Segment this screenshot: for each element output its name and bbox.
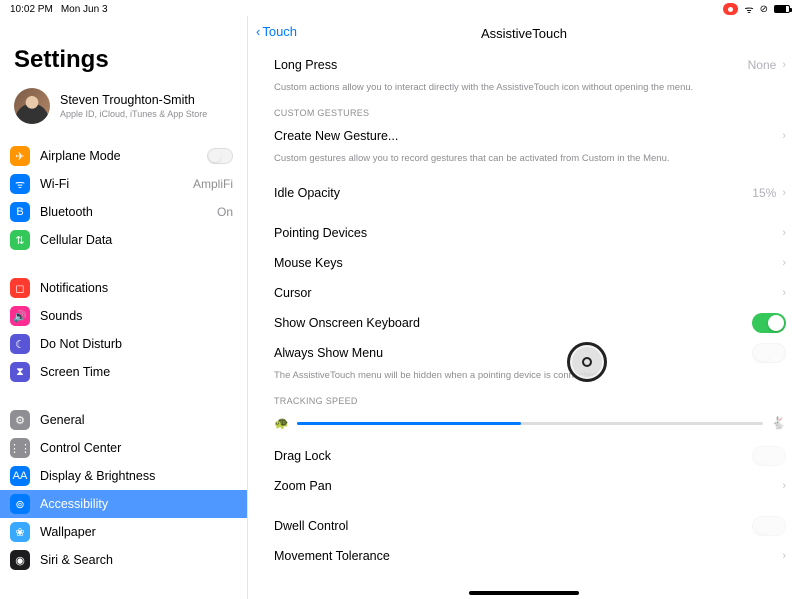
- sidebar-item-accessibility[interactable]: ⊚ Accessibility: [0, 490, 247, 518]
- sidebar-item-label: Do Not Disturb: [40, 337, 233, 351]
- accessibility-icon: ⊚: [10, 494, 30, 514]
- sidebar-item-airplane-mode[interactable]: ✈ Airplane Mode: [0, 142, 247, 170]
- tracking-speed-header: TRACKING SPEED: [274, 390, 786, 409]
- sidebar-item-label: Wi-Fi: [40, 177, 183, 191]
- sidebar-item-cellular-data[interactable]: ⇅ Cellular Data: [0, 226, 247, 254]
- orientation-lock-icon: ⊘: [760, 4, 768, 15]
- cursor-row[interactable]: Cursor ›: [274, 278, 786, 308]
- wifi-icon: ᯤ: [10, 174, 30, 194]
- sidebar-item-notifications[interactable]: ◻ Notifications: [0, 274, 247, 302]
- status-bar: 10:02 PM Mon Jun 3 ᯤ ⊘: [0, 0, 800, 16]
- sidebar-item-label: Notifications: [40, 281, 233, 295]
- back-button[interactable]: ‹ Touch: [256, 24, 297, 39]
- profile-sub: Apple ID, iCloud, iTunes & App Store: [60, 107, 207, 119]
- gear-icon: ⚙: [10, 410, 30, 430]
- sidebar-item-label: Bluetooth: [40, 205, 207, 219]
- sidebar-item-siri-search[interactable]: ◉ Siri & Search: [0, 546, 247, 574]
- tracking-speed-slider[interactable]: 🐢 🐇: [274, 409, 786, 437]
- sidebar-item-label: Airplane Mode: [40, 149, 197, 163]
- movement-tolerance-row[interactable]: Movement Tolerance ›: [274, 541, 786, 571]
- detail-pane: ‹ Touch AssistiveTouch Long Press None› …: [248, 16, 800, 599]
- airplane-icon: ✈: [10, 146, 30, 166]
- settings-title: Settings: [0, 16, 247, 84]
- sidebar-item-label: Display & Brightness: [40, 469, 233, 483]
- tortoise-icon: 🐢: [274, 416, 289, 430]
- chevron-right-icon: ›: [782, 130, 786, 142]
- show-keyboard-row[interactable]: Show Onscreen Keyboard: [274, 308, 786, 338]
- sidebar: Settings Steven Troughton-Smith Apple ID…: [0, 16, 248, 599]
- page-title: AssistiveTouch: [481, 26, 567, 41]
- speaker-icon: 🔊: [10, 306, 30, 326]
- chevron-right-icon: ›: [782, 550, 786, 562]
- always-show-menu-toggle[interactable]: [752, 343, 786, 363]
- create-gesture-row[interactable]: Create New Gesture... ›: [274, 121, 786, 151]
- back-label: Touch: [262, 24, 297, 39]
- screen-recording-indicator[interactable]: [723, 3, 738, 15]
- chevron-right-icon: ›: [782, 287, 786, 299]
- sidebar-item-label: Siri & Search: [40, 553, 233, 567]
- profile-name: Steven Troughton-Smith: [60, 93, 207, 107]
- sidebar-item-wi-fi[interactable]: ᯤWi-FiAmpliFi: [0, 170, 247, 198]
- always-show-menu-footer: The AssistiveTouch menu will be hidden w…: [274, 368, 786, 390]
- long-press-footer: Custom actions allow you to interact dir…: [274, 80, 786, 102]
- show-keyboard-toggle[interactable]: [752, 313, 786, 333]
- pointing-devices-row[interactable]: Pointing Devices ›: [274, 218, 786, 248]
- sidebar-item-display-brightness[interactable]: AA Display & Brightness: [0, 462, 247, 490]
- cellular-icon: ⇅: [10, 230, 30, 250]
- custom-gestures-footer: Custom gestures allow you to record gest…: [274, 151, 786, 173]
- sidebar-item-label: Screen Time: [40, 365, 233, 379]
- sidebar-item-label: Sounds: [40, 309, 233, 323]
- sidebar-item-label: Accessibility: [40, 497, 233, 511]
- sidebar-item-screen-time[interactable]: ⧗ Screen Time: [0, 358, 247, 386]
- sidebar-item-label: Wallpaper: [40, 525, 233, 539]
- long-press-row[interactable]: Long Press None›: [274, 50, 786, 80]
- chevron-left-icon: ‹: [256, 24, 260, 39]
- drag-lock-toggle[interactable]: [752, 446, 786, 466]
- brightness-icon: AA: [10, 466, 30, 486]
- drag-lock-row[interactable]: Drag Lock: [274, 441, 786, 471]
- control-center-icon: ⋮⋮: [10, 438, 30, 458]
- sidebar-item-do-not-disturb[interactable]: ☾ Do Not Disturb: [0, 330, 247, 358]
- wallpaper-icon: ❀: [10, 522, 30, 542]
- chevron-right-icon: ›: [782, 227, 786, 239]
- home-indicator[interactable]: [469, 591, 579, 595]
- moon-icon: ☾: [10, 334, 30, 354]
- sidebar-item-label: General: [40, 413, 233, 427]
- custom-gestures-header: CUSTOM GESTURES: [274, 102, 786, 121]
- always-show-menu-row[interactable]: Always Show Menu: [274, 338, 786, 368]
- airplane-mode-toggle[interactable]: [207, 148, 233, 164]
- status-time: 10:02 PM: [10, 4, 53, 15]
- sidebar-item-sounds[interactable]: 🔊 Sounds: [0, 302, 247, 330]
- chevron-right-icon: ›: [782, 187, 786, 199]
- sidebar-item-label: Cellular Data: [40, 233, 233, 247]
- dwell-control-toggle[interactable]: [752, 516, 786, 536]
- bluetooth-icon: B: [10, 202, 30, 222]
- dwell-control-row[interactable]: Dwell Control: [274, 511, 786, 541]
- hare-icon: 🐇: [771, 416, 786, 430]
- siri-icon: ◉: [10, 550, 30, 570]
- idle-opacity-row[interactable]: Idle Opacity 15%›: [274, 178, 786, 208]
- avatar: [14, 88, 50, 124]
- apple-id-row[interactable]: Steven Troughton-Smith Apple ID, iCloud,…: [0, 84, 247, 138]
- sidebar-item-label: Control Center: [40, 441, 233, 455]
- chevron-right-icon: ›: [782, 480, 786, 492]
- hourglass-icon: ⧗: [10, 362, 30, 382]
- battery-icon: [774, 5, 790, 13]
- mouse-keys-row[interactable]: Mouse Keys ›: [274, 248, 786, 278]
- assistivetouch-cursor[interactable]: [567, 342, 607, 382]
- sidebar-item-bluetooth[interactable]: BBluetoothOn: [0, 198, 247, 226]
- sidebar-item-general[interactable]: ⚙ General: [0, 406, 247, 434]
- sidebar-item-wallpaper[interactable]: ❀ Wallpaper: [0, 518, 247, 546]
- wifi-icon: ᯤ: [744, 2, 753, 16]
- chevron-right-icon: ›: [782, 59, 786, 71]
- zoom-pan-row[interactable]: Zoom Pan ›: [274, 471, 786, 501]
- chevron-right-icon: ›: [782, 257, 786, 269]
- status-date: Mon Jun 3: [61, 4, 108, 15]
- bell-icon: ◻: [10, 278, 30, 298]
- sidebar-item-control-center[interactable]: ⋮⋮ Control Center: [0, 434, 247, 462]
